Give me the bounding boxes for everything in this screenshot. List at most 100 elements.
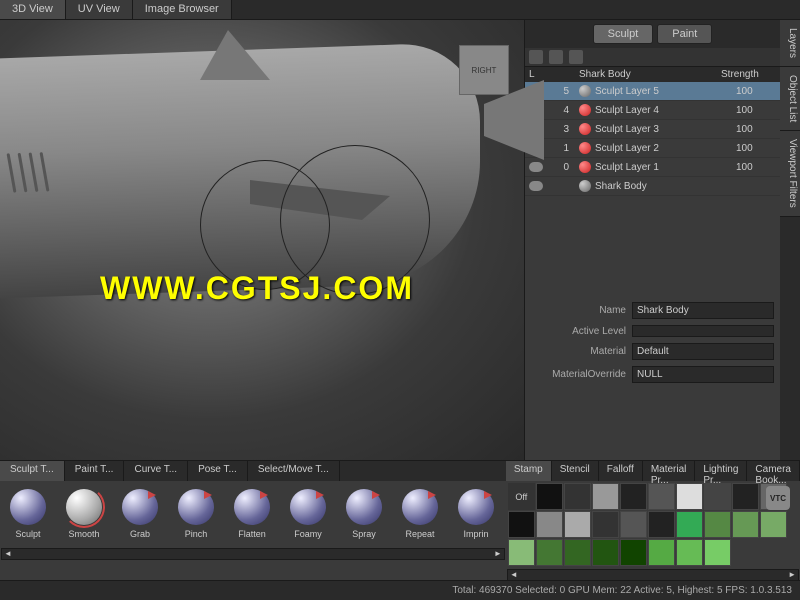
layer-strength: 100 [736, 162, 776, 173]
layer-name: Sculpt Layer 5 [595, 86, 736, 97]
layer-type-icon [579, 161, 591, 173]
tool-label: Smooth [68, 529, 99, 539]
paint-mode-button[interactable]: Paint [657, 24, 712, 44]
3d-viewport[interactable]: RIGHT WWW.CGTSJ.COM [0, 20, 525, 460]
tool-smooth[interactable]: Smooth [60, 489, 108, 539]
layer-row[interactable]: Shark Body [525, 177, 780, 196]
sculpt-mode-button[interactable]: Sculpt [593, 24, 654, 44]
tool-tab-sculpt[interactable]: Sculpt T... [0, 461, 65, 481]
tool-icon [10, 489, 46, 525]
tool-icon [178, 489, 214, 525]
stamp-thumbnail[interactable] [648, 511, 675, 538]
tool-tab-pose[interactable]: Pose T... [188, 461, 248, 481]
stamp-thumbnail[interactable] [508, 539, 535, 566]
tool-foamy[interactable]: Foamy [284, 489, 332, 539]
stamp-thumbnail[interactable] [508, 511, 535, 538]
tool-icon [66, 489, 102, 525]
layer-level: 1 [549, 143, 569, 154]
layer-row[interactable]: 0Sculpt Layer 1100 [525, 158, 780, 177]
layer-strength: 100 [736, 143, 776, 154]
tool-sculpt[interactable]: Sculpt [4, 489, 52, 539]
layer-row[interactable]: 5Sculpt Layer 5100 [525, 82, 780, 101]
stamp-thumbnail[interactable] [648, 483, 675, 510]
layer-visibility-icon[interactable] [529, 181, 543, 191]
stamp-thumbnail[interactable] [676, 483, 703, 510]
layer-name: Sculpt Layer 2 [595, 143, 736, 154]
stamp-thumbnail[interactable] [676, 539, 703, 566]
stamp-thumbnail[interactable] [676, 511, 703, 538]
stamp-tab-stencil[interactable]: Stencil [552, 461, 599, 481]
layer-toolbar [525, 48, 780, 67]
layer-strength: 100 [736, 124, 776, 135]
stamp-thumbnail[interactable] [732, 511, 759, 538]
side-tab-layers[interactable]: Layers [780, 20, 800, 67]
stamp-thumbnail[interactable] [592, 511, 619, 538]
layer-type-icon [579, 142, 591, 154]
layer-type-icon [579, 104, 591, 116]
tool-pinch[interactable]: Pinch [172, 489, 220, 539]
merge-layer-icon[interactable] [569, 50, 583, 64]
name-field[interactable]: Shark Body [632, 302, 774, 319]
status-bar: Total: 469370 Selected: 0 GPU Mem: 22 Ac… [0, 580, 800, 600]
tool-grab[interactable]: Grab [116, 489, 164, 539]
side-tab-object-list[interactable]: Object List [780, 67, 800, 131]
layer-visibility-icon[interactable] [529, 162, 543, 172]
tool-spray[interactable]: Spray [340, 489, 388, 539]
stamp-thumbnail[interactable] [592, 539, 619, 566]
stamp-thumbnail[interactable] [620, 483, 647, 510]
stamp-thumbnail[interactable] [648, 539, 675, 566]
stamp-tab-material[interactable]: Material Pr... [643, 461, 696, 481]
stamp-off-button[interactable]: Off [508, 483, 535, 510]
tool-tab-select-move[interactable]: Select/Move T... [248, 461, 340, 481]
tool-icon [458, 489, 494, 525]
stamp-thumbnail[interactable] [564, 483, 591, 510]
stamp-thumbnail[interactable] [564, 511, 591, 538]
layer-row[interactable]: 4Sculpt Layer 4100 [525, 101, 780, 120]
tool-label: Grab [130, 529, 150, 539]
active-level-slider[interactable] [632, 325, 774, 337]
tab-uv-view[interactable]: UV View [66, 0, 133, 19]
layer-row[interactable]: 1 Sculpt Layer 2100 [525, 139, 780, 158]
navigation-cube[interactable]: RIGHT [459, 45, 509, 95]
layer-type-icon [579, 85, 591, 97]
stamp-tab-lighting[interactable]: Lighting Pr... [695, 461, 747, 481]
stamp-tab-stamp[interactable]: Stamp [506, 461, 552, 481]
stamp-thumbnail[interactable] [620, 539, 647, 566]
stamp-thumbnail[interactable] [592, 483, 619, 510]
stamp-scrollbar[interactable] [507, 569, 799, 581]
stamp-thumbnail[interactable] [732, 483, 759, 510]
material-field[interactable]: Default [632, 343, 774, 360]
layer-row[interactable]: 3Sculpt Layer 3100 [525, 120, 780, 139]
tool-icon [122, 489, 158, 525]
layer-strength: 100 [736, 86, 776, 97]
stamp-tab-falloff[interactable]: Falloff [599, 461, 643, 481]
tool-flatten[interactable]: Flatten [228, 489, 276, 539]
tab-image-browser[interactable]: Image Browser [133, 0, 232, 19]
stamp-thumbnail[interactable] [704, 511, 731, 538]
watermark-text: WWW.CGTSJ.COM [100, 270, 414, 307]
stamp-thumbnail[interactable] [704, 483, 731, 510]
tool-icon [234, 489, 270, 525]
layer-type-icon [579, 180, 591, 192]
tool-repeat[interactable]: Repeat [396, 489, 444, 539]
stamp-thumbnail[interactable] [704, 539, 731, 566]
tool-tab-paint[interactable]: Paint T... [65, 461, 125, 481]
stamp-thumbnail[interactable] [760, 511, 787, 538]
side-tab-viewport-filters[interactable]: Viewport Filters [780, 131, 800, 217]
material-override-field[interactable]: NULL [632, 366, 774, 383]
tool-scrollbar[interactable] [1, 548, 505, 560]
tool-tab-curve[interactable]: Curve T... [124, 461, 188, 481]
stamp-thumbnail[interactable] [620, 511, 647, 538]
layer-list-header: L Shark Body Strength [525, 67, 780, 82]
stamp-thumbnail[interactable] [536, 539, 563, 566]
stamp-thumbnail[interactable] [564, 539, 591, 566]
tab-3d-view[interactable]: 3D View [0, 0, 66, 19]
tool-imprin[interactable]: Imprin [452, 489, 500, 539]
layer-level: 3 [549, 124, 569, 135]
new-layer-icon[interactable] [529, 50, 543, 64]
delete-layer-icon[interactable] [549, 50, 563, 64]
stamp-tab-camera[interactable]: Camera Book... [747, 461, 800, 481]
stamp-thumbnail[interactable] [536, 511, 563, 538]
tool-label: Foamy [294, 529, 322, 539]
stamp-thumbnail[interactable] [536, 483, 563, 510]
